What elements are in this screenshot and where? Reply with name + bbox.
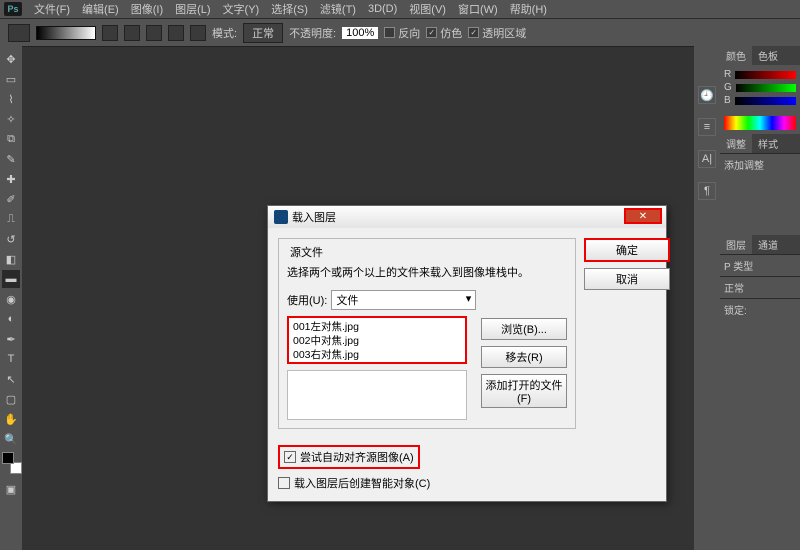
menu-image[interactable]: 图像(I)	[131, 1, 163, 17]
gradient-linear-icon[interactable]	[102, 25, 118, 41]
zoom-tool-icon[interactable]: 🔍	[2, 430, 20, 448]
use-select[interactable]: 文件▾	[331, 290, 476, 310]
tab-color[interactable]: 颜色	[720, 46, 752, 65]
source-files-group: 源文件 选择两个或两个以上的文件来载入到图像堆栈中。 使用(U): 文件▾ 00…	[278, 238, 576, 429]
menu-type[interactable]: 文字(Y)	[223, 1, 260, 17]
blur-tool-icon[interactable]: ◉	[2, 290, 20, 308]
gradient-preview[interactable]	[36, 26, 96, 40]
gradient-reflected-icon[interactable]	[168, 25, 184, 41]
file-item[interactable]: 001左对焦.jpg	[293, 320, 461, 334]
g-slider[interactable]	[736, 84, 796, 92]
options-bar: 模式: 正常 不透明度: 100% 反向 ✓仿色 ✓透明区域	[0, 18, 800, 46]
wand-tool-icon[interactable]: ✧	[2, 110, 20, 128]
dialog-title: 载入图层	[292, 209, 336, 225]
pen-tool-icon[interactable]: ✒	[2, 330, 20, 348]
gradient-tool-icon[interactable]: ▬	[2, 270, 20, 288]
b-label: B	[724, 95, 731, 106]
smart-object-checkbox[interactable]: 载入图层后创建智能对象(C)	[278, 475, 576, 491]
menu-layer[interactable]: 图层(L)	[175, 1, 210, 17]
menu-select[interactable]: 选择(S)	[271, 1, 308, 17]
brush-tool-icon[interactable]: ✐	[2, 190, 20, 208]
mode-select[interactable]: 正常	[243, 23, 283, 43]
file-list[interactable]: 001左对焦.jpg 002中对焦.jpg 003右对焦.jpg	[287, 316, 467, 364]
layers-filter[interactable]: P 类型	[720, 254, 800, 276]
color-swatch[interactable]	[2, 452, 20, 470]
group-description: 选择两个或两个以上的文件来载入到图像堆栈中。	[287, 264, 567, 280]
heal-tool-icon[interactable]: ✚	[2, 170, 20, 188]
browse-button[interactable]: 浏览(B)...	[481, 318, 567, 340]
tab-styles[interactable]: 样式	[752, 134, 784, 153]
opacity-label: 不透明度:	[289, 25, 336, 41]
r-slider[interactable]	[735, 71, 796, 79]
file-list-empty[interactable]	[287, 370, 467, 420]
character-panel-icon[interactable]: A|	[698, 150, 716, 168]
gradient-angle-icon[interactable]	[146, 25, 162, 41]
lock-row: 锁定:	[720, 298, 800, 320]
type-tool-icon[interactable]: T	[2, 350, 20, 368]
stamp-tool-icon[interactable]: ⎍	[2, 210, 20, 228]
menu-file[interactable]: 文件(F)	[34, 1, 70, 17]
close-button[interactable]: ✕	[624, 208, 662, 224]
g-label: G	[724, 82, 732, 93]
menu-window[interactable]: 窗口(W)	[458, 1, 498, 17]
remove-button[interactable]: 移去(R)	[481, 346, 567, 368]
right-panels: 颜色 色板 R G B 调整 样式 添加调整 图层 通道 P 类型 正常 锁定:	[720, 46, 800, 550]
file-item[interactable]: 002中对焦.jpg	[293, 334, 461, 348]
tab-swatches[interactable]: 色板	[752, 46, 784, 65]
menu-help[interactable]: 帮助(H)	[510, 1, 547, 17]
gradient-radial-icon[interactable]	[124, 25, 140, 41]
collapsed-panels: 🕘 ≡ A| ¶	[694, 46, 720, 550]
dither-checkbox[interactable]: ✓仿色	[426, 25, 462, 41]
ok-button[interactable]: 确定	[584, 238, 670, 262]
gradient-diamond-icon[interactable]	[190, 25, 206, 41]
history-tool-icon[interactable]: ↺	[2, 230, 20, 248]
dialog-icon	[274, 210, 288, 224]
path-tool-icon[interactable]: ↖	[2, 370, 20, 388]
load-layers-dialog: 载入图层 ✕ 源文件 选择两个或两个以上的文件来载入到图像堆栈中。 使用(U):…	[267, 205, 667, 502]
lasso-tool-icon[interactable]: ⌇	[2, 90, 20, 108]
quickmask-icon[interactable]: ▣	[2, 480, 20, 498]
add-open-files-button[interactable]: 添加打开的文件(F)	[481, 374, 567, 408]
auto-align-checkbox[interactable]: ✓尝试自动对齐源图像(A)	[278, 445, 420, 469]
adjustments-panel: 添加调整	[720, 153, 800, 175]
shape-tool-icon[interactable]: ▢	[2, 390, 20, 408]
r-label: R	[724, 69, 731, 80]
crop-tool-icon[interactable]: ⧉	[2, 130, 20, 148]
dodge-tool-icon[interactable]: ◐	[2, 310, 20, 328]
opacity-input[interactable]: 100%	[342, 27, 378, 39]
paragraph-panel-icon[interactable]: ¶	[698, 182, 716, 200]
mode-label: 模式:	[212, 25, 237, 41]
tab-channels[interactable]: 通道	[752, 235, 784, 254]
use-label: 使用(U):	[287, 292, 327, 308]
color-panel: R G B	[720, 65, 800, 112]
tool-panel: ✥ ▭ ⌇ ✧ ⧉ ✎ ✚ ✐ ⎍ ↺ ◧ ▬ ◉ ◐ ✒ T ↖ ▢ ✋ 🔍 …	[0, 46, 22, 550]
menu-3d[interactable]: 3D(D)	[368, 3, 397, 15]
b-slider[interactable]	[735, 97, 796, 105]
app-logo: Ps	[4, 2, 22, 16]
menu-view[interactable]: 视图(V)	[409, 1, 446, 17]
hue-strip[interactable]	[724, 116, 796, 130]
file-item[interactable]: 003右对焦.jpg	[293, 348, 461, 362]
tool-preset-icon[interactable]	[8, 24, 30, 42]
eyedropper-tool-icon[interactable]: ✎	[2, 150, 20, 168]
group-label: 源文件	[287, 244, 326, 260]
menubar: Ps 文件(F) 编辑(E) 图像(I) 图层(L) 文字(Y) 选择(S) 滤…	[0, 0, 800, 18]
properties-panel-icon[interactable]: ≡	[698, 118, 716, 136]
cancel-button[interactable]: 取消	[584, 268, 670, 290]
eraser-tool-icon[interactable]: ◧	[2, 250, 20, 268]
tab-adjustments[interactable]: 调整	[720, 134, 752, 153]
move-tool-icon[interactable]: ✥	[2, 50, 20, 68]
marquee-tool-icon[interactable]: ▭	[2, 70, 20, 88]
menu-edit[interactable]: 编辑(E)	[82, 1, 119, 17]
history-panel-icon[interactable]: 🕘	[698, 86, 716, 104]
blend-mode-select[interactable]: 正常	[720, 276, 800, 298]
tab-layers[interactable]: 图层	[720, 235, 752, 254]
reverse-checkbox[interactable]: 反向	[384, 25, 420, 41]
transparency-checkbox[interactable]: ✓透明区域	[468, 25, 526, 41]
menu-filter[interactable]: 滤镜(T)	[320, 1, 356, 17]
dialog-titlebar[interactable]: 载入图层 ✕	[268, 206, 666, 228]
hand-tool-icon[interactable]: ✋	[2, 410, 20, 428]
